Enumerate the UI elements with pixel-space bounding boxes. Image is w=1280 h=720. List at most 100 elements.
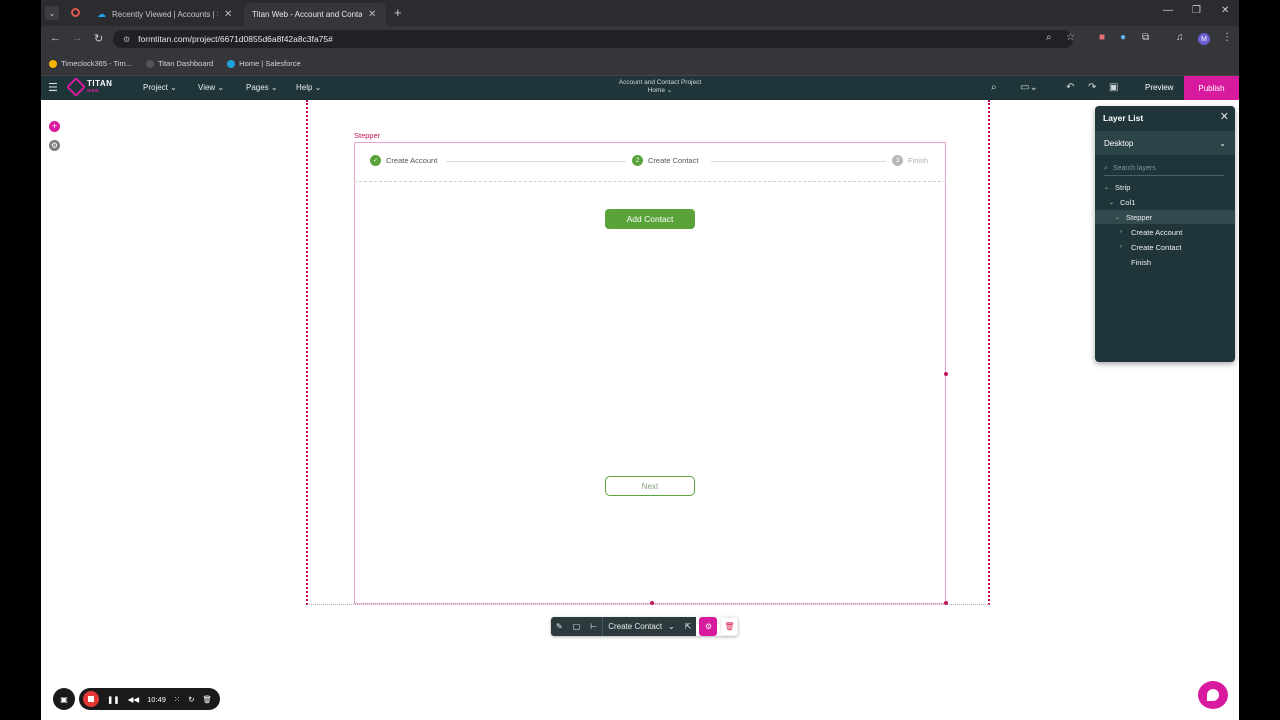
delete-trash-icon[interactable]: 🗑 [203, 695, 213, 704]
step-number: 2 [632, 155, 643, 166]
stop-recording-icon[interactable] [83, 691, 99, 707]
layer-item-finish[interactable]: Finish [1095, 255, 1235, 269]
close-icon[interactable]: ✕ [1220, 110, 1229, 123]
window-close-icon[interactable]: ✕ [1221, 5, 1229, 16]
layer-list-title: Layer List [1103, 113, 1144, 123]
new-tab-icon[interactable]: + [394, 5, 402, 20]
undo-icon[interactable]: ↶ [1066, 82, 1074, 93]
menu-label: Pages [246, 83, 269, 92]
delete-trash-icon[interactable]: 🗑 [720, 617, 739, 636]
browser-tab-titan[interactable]: Titan Web - Account and Conta ✕ [244, 3, 386, 26]
device-select[interactable]: Desktop ⌄ [1095, 131, 1235, 155]
caret-icon[interactable]: ⌄ [1109, 199, 1115, 206]
pause-icon[interactable]: ❚❚ [107, 695, 120, 704]
component-settings-gear-icon[interactable]: ⚙ [699, 617, 718, 636]
chat-support-icon[interactable] [1198, 681, 1228, 709]
forward-arrow-icon[interactable]: → [72, 32, 83, 44]
layer-item-stepper[interactable]: ⌄ Stepper [1095, 210, 1235, 224]
titan-logo: TITAN WEB [66, 77, 112, 97]
screen-recorder-bar: ▣ ❚❚ ◀◀ 10:49 ⁙ ↻ 🗑 [53, 688, 221, 710]
grid-icon[interactable]: ⁙ [174, 695, 180, 704]
select-frame-icon[interactable]: ▢ [567, 617, 586, 636]
open-external-icon[interactable]: ⇱ [679, 617, 697, 636]
layer-label: Finish [1131, 257, 1152, 267]
resize-handle[interactable] [944, 601, 948, 605]
layer-item-create-contact[interactable]: › Create Contact [1095, 240, 1235, 254]
bookmark-label: Home | Salesforce [239, 59, 301, 68]
preview-button[interactable]: Preview [1145, 83, 1173, 92]
caret-icon[interactable]: › [1120, 229, 1126, 235]
step-connector [446, 161, 626, 162]
step-finish[interactable]: 3 Finish [892, 155, 928, 166]
tab-title: Recently Viewed | Accounts | Sa [112, 10, 218, 19]
restore-icon[interactable]: ❐ [1192, 5, 1201, 16]
page-name: Home [647, 87, 666, 94]
caret-icon[interactable]: ⌄ [1115, 214, 1121, 221]
bookmark-star-icon[interactable]: ☆ [1066, 32, 1075, 43]
recording-time: 10:49 [147, 694, 166, 704]
menu-pages[interactable]: Pages ⌄ [246, 83, 278, 92]
recorder-controls: ❚❚ ◀◀ 10:49 ⁙ ↻ 🗑 [79, 688, 221, 710]
step-label: Finish [908, 156, 929, 165]
browser-tab-accounts[interactable]: ☁ Recently Viewed | Accounts | Sa ✕ [89, 3, 241, 26]
menu-help[interactable]: Help ⌄ [296, 83, 321, 92]
component-select[interactable]: Create Contact ⌄ [602, 617, 680, 636]
extension-icon[interactable]: ● [1120, 32, 1126, 43]
search-icon[interactable]: ⌕ [991, 82, 997, 93]
resize-handle[interactable] [650, 601, 654, 605]
site-info-icon[interactable]: ⚙ [123, 35, 130, 44]
url-field[interactable]: ⚙ formtitan.com/project/6671d0855d6a8f42… [113, 30, 1073, 48]
style-paint-icon[interactable]: ✎ [551, 617, 568, 636]
project-title[interactable]: Account and Contact Project Home ⌄ [581, 79, 739, 95]
layer-item-strip[interactable]: ⌄ Strip [1095, 180, 1235, 194]
align-icon[interactable]: ⊢ [585, 617, 603, 636]
caret-icon[interactable]: ⌄ [1104, 184, 1110, 191]
bookmark-timeclock[interactable]: Timeclock365 - Tim... [49, 59, 132, 68]
layer-item-col1[interactable]: ⌄ Col1 [1095, 195, 1235, 209]
bookmark-salesforce-home[interactable]: Home | Salesforce [227, 59, 301, 68]
zoom-search-icon[interactable]: ⌕ [1046, 32, 1052, 43]
close-tab-icon[interactable]: ✕ [224, 9, 232, 20]
device-select-value: Desktop [1104, 138, 1134, 148]
add-contact-button[interactable]: Add Contact [605, 209, 695, 229]
save-icon[interactable]: ▣ [1109, 82, 1118, 93]
profile-avatar[interactable]: M [1198, 33, 1210, 45]
desktop-device-icon[interactable]: ▭⌄ [1020, 82, 1038, 93]
salesforce-cloud-icon [227, 59, 236, 68]
browser-address-bar: ← → ↻ ⚙ formtitan.com/project/6671d0855d… [41, 26, 1239, 52]
camera-icon[interactable]: ▣ [53, 688, 75, 710]
caret-icon[interactable]: › [1120, 244, 1126, 250]
layer-search-input[interactable]: ⌕ Search layers [1104, 162, 1224, 176]
globe-icon [146, 59, 154, 68]
titan-diamond-icon [66, 77, 86, 97]
step-create-contact[interactable]: 2 Create Contact [632, 155, 698, 166]
restart-icon[interactable]: ↻ [188, 695, 194, 704]
media-control-icon[interactable]: ♫ [1176, 32, 1184, 43]
next-button[interactable]: Next [605, 476, 695, 496]
reload-icon[interactable]: ↻ [94, 32, 103, 45]
menu-view[interactable]: View ⌄ [198, 83, 224, 92]
rewind-icon[interactable]: ◀◀ [128, 695, 140, 704]
bookmarks-bar: Timeclock365 - Tim... Titan Dashboard Ho… [41, 52, 1239, 76]
add-element-icon[interactable]: + [49, 121, 60, 132]
menu-project[interactable]: Project ⌄ [143, 83, 177, 92]
menu-label: Project [143, 83, 168, 92]
logo-subtext: WEB [87, 88, 99, 93]
titan-header: ☰ TITAN WEB Project ⌄ View ⌄ Pages ⌄ Hel… [41, 76, 1239, 100]
browser-menu-icon[interactable]: ⋮ [1222, 32, 1232, 43]
resize-handle[interactable] [944, 372, 948, 376]
extensions-puzzle-icon[interactable]: ⧉ [1142, 32, 1149, 43]
bookmark-titan-dashboard[interactable]: Titan Dashboard [146, 59, 213, 68]
layer-item-create-account[interactable]: › Create Account [1095, 225, 1235, 239]
hamburger-menu-icon[interactable]: ☰ [48, 81, 58, 94]
step-create-account[interactable]: ✓ Create Account [370, 155, 437, 166]
redo-icon[interactable]: ↷ [1088, 82, 1096, 93]
back-arrow-icon[interactable]: ← [50, 32, 61, 44]
close-tab-icon[interactable]: ✕ [368, 9, 376, 20]
search-placeholder: Search layers [1112, 165, 1156, 172]
tab-search-icon[interactable]: ⌄ [45, 6, 59, 20]
minimize-icon[interactable]: — [1163, 5, 1173, 16]
publish-button[interactable]: Publish [1184, 76, 1239, 100]
extension-icon[interactable]: ■ [1099, 32, 1105, 43]
settings-gear-icon[interactable]: ⚙ [49, 140, 60, 151]
